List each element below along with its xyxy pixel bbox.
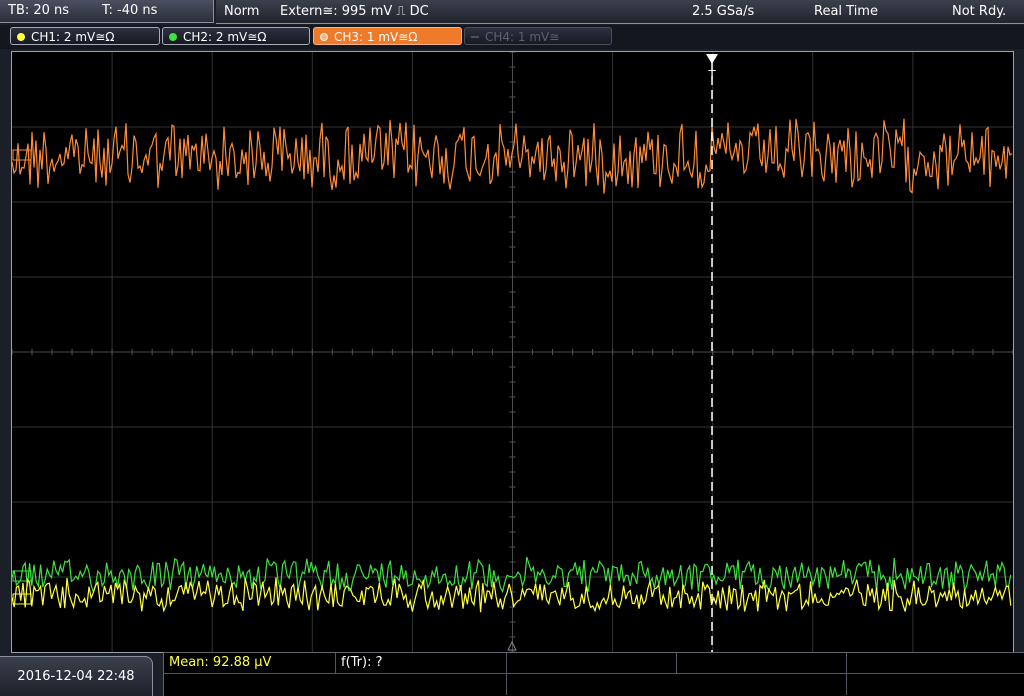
channel-2-button[interactable]: CH2: 2 mV≅Ω [162,27,310,45]
channel-1-dot-icon [17,33,25,41]
channel-2-label: CH2: 2 mV≅Ω [183,30,267,44]
trigger-source: Extern≅: 995 mV ⎍ DC [280,4,429,19]
channel-1-button[interactable]: CH1: 2 mV≅Ω [10,27,160,45]
timebase-box[interactable]: TB: 20 ns T: -40 ns [0,0,214,23]
mean-measurement[interactable]: Mean: 92.88 µV [164,653,336,674]
measurement-panel[interactable]: Mean: 92.88 µV f(Tr): ? [163,652,1024,696]
channel-3-button[interactable]: CH3: 1 mV≅Ω [313,27,462,45]
acquisition-mode: Real Time [814,4,878,19]
measurement-slot-6[interactable] [164,674,507,695]
channel-4-dot-icon [471,36,479,38]
trigger-mode: Norm [224,4,260,19]
channel-2-dot-icon [169,33,177,41]
datetime: 2016-12-04 22:48 [17,669,135,684]
measurement-slot-8[interactable] [847,674,1024,695]
trigger-marker-label: T [707,68,716,82]
waveform-canvas: T [12,52,1013,652]
trigger-position: T: -40 ns [102,3,158,18]
channel-3-label: CH3: 1 mV≅Ω [334,30,418,44]
waveform-display[interactable]: T [11,51,1014,653]
measurement-slot-4[interactable] [677,653,847,674]
top-bar: TB: 20 ns T: -40 ns Norm Extern≅: 995 mV… [0,0,1024,24]
channel-3-dot-icon [320,33,328,41]
measurement-slot-7[interactable] [507,674,847,695]
trigger-arrow-icon[interactable] [706,54,718,64]
channel-markers [12,149,32,605]
status-bar[interactable]: Norm Extern≅: 995 mV ⎍ DC 2.5 GSa/s Real… [216,0,1024,24]
measurement-slot-3[interactable] [507,653,677,674]
bottom-bar: 2016-12-04 22:48 Mean: 92.88 µV f(Tr): ? [0,652,1024,696]
trigger-frequency-measurement[interactable]: f(Tr): ? [336,653,507,674]
channel-row: CH1: 2 mV≅Ω CH2: 2 mV≅Ω CH3: 1 mV≅Ω CH4:… [0,25,1024,49]
sample-rate: 2.5 GSa/s [692,4,755,19]
graticule [12,52,1013,652]
ready-status: Not Rdy. [952,4,1007,19]
timebase-value: TB: 20 ns [8,3,70,18]
channel-4-label: CH4: 1 mV≅ [485,30,560,44]
channel-1-label: CH1: 2 mV≅Ω [31,30,115,44]
channel-4-button[interactable]: CH4: 1 mV≅ [464,27,612,45]
measurement-slot-5[interactable] [847,653,1024,674]
datetime-box: 2016-12-04 22:48 [0,656,153,696]
